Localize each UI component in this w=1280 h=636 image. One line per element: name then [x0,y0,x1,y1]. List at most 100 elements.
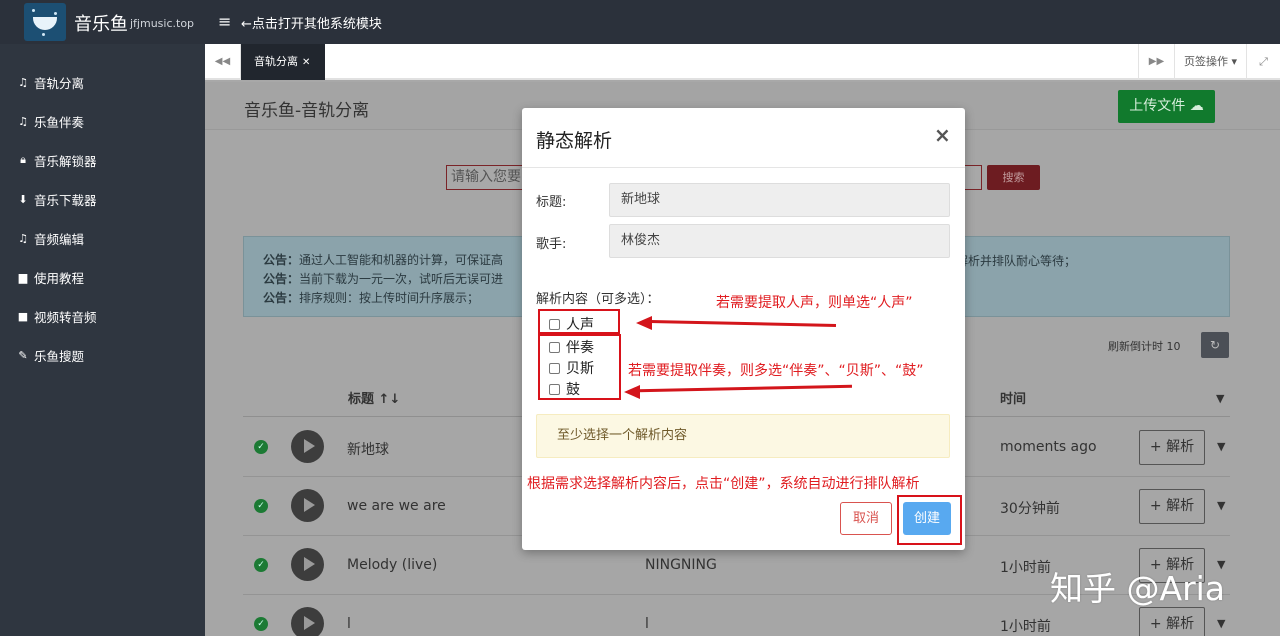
play-button-icon[interactable] [291,430,324,463]
validation-warning: 至少选择一个解析内容 [536,414,950,458]
music-note-icon: ♫ [18,231,28,245]
row-time: moments ago [1000,439,1097,455]
accompaniment-highlight-box [538,334,621,400]
annotation-create: 根据需求选择解析内容后，点击“创建”，系统自动进行排队解析 [527,476,920,492]
check-circle-icon: ✓ [254,558,268,572]
close-icon[interactable]: × [934,123,951,147]
sidebar-item-label: 乐鱼搜题 [34,348,85,364]
caret-down-icon[interactable]: ▼ [1217,440,1225,453]
sidebar-item-label: 音乐下载器 [34,192,97,208]
upload-file-button[interactable]: 上传文件 ☁ [1118,90,1215,123]
tab-track-separation[interactable]: 音轨分离 ✕ [241,44,325,80]
play-button-icon[interactable] [291,548,324,581]
video-camera-icon: ■ [17,309,29,323]
sidebar-item-music-unlocker[interactable]: 🔒︎ 音乐解锁器 [16,150,97,170]
row-time: 1小时前 [1000,619,1051,635]
annotation-arrow-head [636,316,652,330]
sidebar-item-label: 使用教程 [34,270,85,286]
upload-label: 上传文件 [1129,98,1186,114]
music-note-icon: ♫ [18,114,28,128]
check-circle-icon: ✓ [254,440,268,454]
title-field-label: 标题: [536,195,567,210]
fish-logo-icon [33,17,57,30]
check-circle-icon: ✓ [254,499,268,513]
sidebar-item-label: 视频转音频 [34,309,97,325]
tab-operations-dropdown[interactable]: 页签操作 ▾ [1174,44,1246,80]
notice-label: 公告： [263,272,300,286]
logo-star [54,12,57,15]
cloud-upload-icon: ☁ [1189,98,1204,114]
hamburger-menu-icon[interactable]: ≡ [218,12,231,31]
play-button-icon[interactable] [291,489,324,522]
sidebar-item-label: 音乐解锁器 [34,153,97,169]
parse-button[interactable]: + 解析 [1139,489,1205,524]
sidebar-item-audio-editor[interactable]: ♫ 音频编辑 [16,228,84,248]
parse-button[interactable]: + 解析 [1139,430,1205,465]
page-title: 音乐鱼-音轨分离 [244,101,370,121]
close-tab-icon[interactable]: ✕ [302,57,310,68]
tab-scroll-right-icon[interactable]: ▶▶ [1138,44,1174,80]
refresh-countdown: 刷新倒计时 10 [1108,338,1181,354]
row-artist: NINGNING [645,557,717,573]
row-title: l [347,616,351,632]
notice-label: 公告： [263,291,300,305]
refresh-icon[interactable]: ↻ [1201,332,1229,358]
annotation-accompaniment: 若需要提取伴奏，则多选“伴奏”、“贝斯”、“鼓” [628,363,924,379]
search-button[interactable]: 搜索 [987,165,1040,190]
tab-scroll-left-icon[interactable]: ◀◀ [205,44,241,80]
caret-down-icon[interactable]: ▼ [1217,499,1225,512]
caret-down-icon: ▾ [1227,55,1238,68]
download-icon: ⬇ [18,192,28,206]
parse-button[interactable]: + 解析 [1139,607,1205,636]
notice-label: 公告： [263,253,300,267]
menu-hint[interactable]: ←点击打开其他系统模块 [241,13,382,32]
app-name: 音乐鱼 [74,14,128,35]
notice-text: 排序规则：按上传时间升序展示； [299,291,480,305]
sidebar: ♫ 音轨分离 ♫ 乐鱼伴奏 🔒︎ 音乐解锁器 ⬇ 音乐下载器 ♫ 音频编辑 ▆ 使用教程 ■… [0,44,205,636]
annotation-vocals: 若需要提取人声，则单选“人声” [716,295,913,311]
music-note-icon: ♫ [18,75,28,89]
row-artist: l [645,616,649,632]
sidebar-item-tutorial[interactable]: ▆ 使用教程 [16,267,84,287]
sidebar-item-label: 音频编辑 [34,231,85,247]
sort-icon[interactable]: ↑↓ [379,392,401,407]
top-bar: 音乐鱼 jfjmusic.top ≡ ←点击打开其他系统模块 [0,0,1280,44]
column-title-label: 标题 [348,392,375,407]
pencil-icon: ✎ [18,348,28,362]
watermark: 知乎 @Aria [1050,569,1226,608]
parse-content-label: 解析内容（可多选）： [536,292,660,307]
tab-strip: ◀◀ 音轨分离 ✕ ▶▶ 页签操作 ▾ ⤢ [205,44,1280,80]
modal-title: 静态解析 [536,130,613,152]
notice-line: 公告：排序规则：按上传时间升序展示； [263,289,479,306]
notice-text-right: 解析并排队耐心等待； [956,254,1077,268]
caret-down-icon[interactable]: ▼ [1217,617,1225,630]
notice-text: 通过人工智能和机器的计算，可保证高 [299,253,504,267]
cancel-button[interactable]: 取消 [840,502,892,535]
notice-text: 当前下载为一元一次，试听后无误可进 [299,272,504,286]
sidebar-item-accompaniment[interactable]: ♫ 乐鱼伴奏 [16,111,84,131]
book-icon: ▆ [18,270,28,284]
sidebar-item-label: 乐鱼伴奏 [34,114,85,130]
artist-field[interactable]: 林俊杰 [609,224,950,258]
artist-field-label: 歌手: [536,237,567,252]
modal-header: 静态解析 × [522,108,965,168]
row-title: Melody (live) [347,557,438,573]
logo-star [32,9,35,12]
vocals-highlight-box [538,309,620,334]
app-logo[interactable] [24,3,66,41]
sidebar-item-track-separation[interactable]: ♫ 音轨分离 [16,72,84,92]
sidebar-item-question-search[interactable]: ✎ 乐鱼搜题 [16,345,84,365]
create-highlight-box [897,495,962,545]
refresh-label: 刷新倒计时 [1108,340,1163,353]
title-field[interactable]: 新地球 [609,183,950,217]
annotation-arrow-head [624,385,640,399]
column-header-title[interactable]: 标题 ↑↓ [348,388,400,407]
tab-label: 音轨分离 [254,55,298,68]
caret-down-icon[interactable]: ▼ [1216,392,1224,405]
row-title: we are we are [347,498,446,514]
tab-ops-label: 页签操作 [1183,55,1228,68]
fullscreen-icon[interactable]: ⤢ [1246,44,1280,80]
sidebar-item-video-to-audio[interactable]: ■ 视频转音频 [16,306,97,326]
sidebar-item-music-downloader[interactable]: ⬇ 音乐下载器 [16,189,97,209]
play-button-icon[interactable] [291,607,324,636]
